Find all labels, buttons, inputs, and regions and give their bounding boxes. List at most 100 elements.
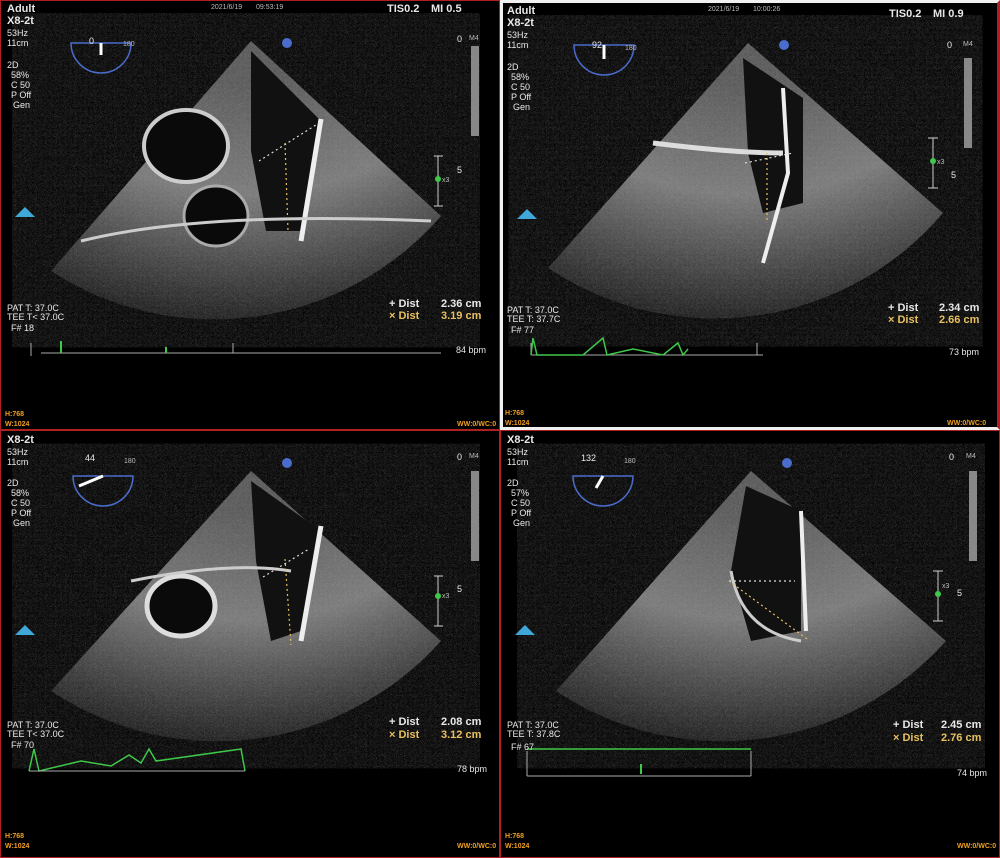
zoom-label: x3 bbox=[942, 583, 950, 590]
setting-compression: C 50 bbox=[511, 498, 531, 508]
setting-mode: 2D bbox=[507, 62, 519, 72]
map-label: M4 bbox=[966, 453, 976, 460]
measure-value-1: 2.08 cm bbox=[441, 716, 482, 728]
setting-mode: 2D bbox=[7, 60, 19, 70]
setting-persistence: P Off bbox=[511, 508, 532, 518]
depth-scale-top: 0 bbox=[949, 452, 955, 462]
measure-label-1: + Dist bbox=[389, 716, 420, 728]
measure-label-1: + Dist bbox=[389, 298, 420, 310]
time-label: 09:53:19 bbox=[256, 4, 284, 11]
measure-label-2: × Dist bbox=[389, 310, 420, 322]
map-label: M4 bbox=[963, 41, 973, 48]
tis-label: TIS0.2 bbox=[889, 8, 922, 20]
ultrasound-panel-bottom-right: X8-2t 53Hz 11cm 132 180 2D 57% C 50 P Of… bbox=[500, 430, 1000, 858]
date-label: 2021/6/19 bbox=[708, 6, 740, 13]
heart-rate: 84 bpm bbox=[456, 345, 487, 355]
heart-rate: 74 bpm bbox=[957, 768, 988, 778]
setting-freq-mode: Gen bbox=[13, 518, 31, 528]
frequency-label: 53Hz bbox=[507, 447, 529, 457]
zoom-label: x3 bbox=[442, 177, 450, 184]
depth-scale-top: 0 bbox=[457, 452, 463, 462]
width-label: W:1024 bbox=[5, 421, 30, 428]
setting-persistence: P Off bbox=[11, 90, 32, 100]
probe-label: X8-2t bbox=[507, 17, 534, 29]
zoom-label: x3 bbox=[937, 159, 945, 166]
measure-label-2: × Dist bbox=[888, 314, 919, 326]
measure-value-1: 2.36 cm bbox=[441, 298, 482, 310]
setting-compression: C 50 bbox=[511, 82, 531, 92]
frequency-label: 53Hz bbox=[7, 28, 29, 38]
tee-temp: TEE T: 37.8C bbox=[507, 729, 561, 739]
setting-mode: 2D bbox=[7, 478, 19, 488]
setting-gain: 58% bbox=[511, 72, 530, 82]
measure-label-1: + Dist bbox=[893, 719, 924, 731]
depth-label: 11cm bbox=[7, 457, 29, 467]
ultrasound-image bbox=[515, 458, 977, 777]
ultrasound-image bbox=[517, 40, 972, 357]
width-label: W:1024 bbox=[505, 843, 530, 850]
setting-persistence: P Off bbox=[511, 92, 532, 102]
probe-label: X8-2t bbox=[7, 434, 34, 446]
probe-angle-max: 180 bbox=[625, 45, 637, 52]
setting-persistence: P Off bbox=[11, 508, 32, 518]
patient-type: Adult bbox=[507, 5, 536, 17]
probe-label: X8-2t bbox=[507, 434, 534, 446]
depth-scale-mid: 5 bbox=[957, 588, 963, 598]
window-level: WW:0/WC:0 bbox=[947, 420, 987, 427]
ultrasound-image bbox=[15, 38, 479, 356]
map-label: M4 bbox=[469, 35, 479, 42]
setting-freq-mode: Gen bbox=[513, 102, 531, 112]
depth-label: 11cm bbox=[507, 40, 529, 50]
setting-freq-mode: Gen bbox=[513, 518, 531, 528]
time-label: 10:00:26 bbox=[753, 6, 781, 13]
mi-label: MI 0.5 bbox=[431, 3, 462, 15]
zoom-label: x3 bbox=[442, 593, 450, 600]
setting-mode: 2D bbox=[507, 478, 519, 488]
map-label: M4 bbox=[469, 453, 479, 460]
ultrasound-panel-top-right: Adult X8-2t 53Hz 11cm 2021/6/19 10:00:26… bbox=[500, 0, 1000, 430]
probe-angle-max: 180 bbox=[124, 458, 136, 465]
ultrasound-panel-top-left: Adult X8-2t 53Hz 11cm 2021/6/19 09:53:19… bbox=[0, 0, 500, 430]
window-level: WW:0/WC:0 bbox=[457, 843, 497, 850]
setting-freq-mode: Gen bbox=[13, 100, 31, 110]
depth-scale-mid: 5 bbox=[457, 165, 463, 175]
ultrasound-image bbox=[15, 458, 479, 772]
depth-scale-mid: 5 bbox=[951, 170, 957, 180]
depth-scale-top: 0 bbox=[947, 40, 953, 50]
probe-label: X8-2t bbox=[7, 15, 34, 27]
setting-compression: C 50 bbox=[11, 498, 31, 508]
measure-value-2: 3.19 cm bbox=[441, 310, 482, 322]
frame-number: F# 77 bbox=[511, 325, 535, 335]
frame-number: F# 18 bbox=[11, 323, 35, 333]
measure-label-2: × Dist bbox=[893, 732, 924, 744]
probe-angle: 132 bbox=[581, 453, 597, 463]
measure-label-1: + Dist bbox=[888, 302, 919, 314]
date-label: 2021/6/19 bbox=[211, 4, 243, 11]
heart-rate: 73 bpm bbox=[949, 347, 980, 357]
frame-number: F# 70 bbox=[11, 740, 35, 750]
measure-label-2: × Dist bbox=[389, 729, 420, 741]
probe-angle-max: 180 bbox=[624, 458, 636, 465]
measure-value-2: 2.76 cm bbox=[941, 732, 982, 744]
probe-angle: 0 bbox=[89, 36, 95, 46]
tee-temp: TEE T: 37.7C bbox=[507, 314, 561, 324]
heart-rate: 78 bpm bbox=[457, 764, 488, 774]
patient-type: Adult bbox=[7, 3, 36, 15]
width-label: W:1024 bbox=[505, 420, 530, 427]
width-label: W:1024 bbox=[5, 843, 30, 850]
depth-scale-mid: 5 bbox=[457, 584, 463, 594]
probe-angle: 92 bbox=[592, 40, 603, 50]
measure-value-1: 2.45 cm bbox=[941, 719, 982, 731]
setting-compression: C 50 bbox=[11, 80, 31, 90]
frequency-label: 53Hz bbox=[507, 30, 529, 40]
depth-label: 11cm bbox=[7, 38, 29, 48]
measure-value-2: 2.66 cm bbox=[939, 314, 980, 326]
tee-temp: TEE T< 37.0C bbox=[7, 729, 65, 739]
window-level: WW:0/WC:0 bbox=[457, 421, 497, 428]
frame-number: F# 67 bbox=[511, 742, 535, 752]
measure-value-1: 2.34 cm bbox=[939, 302, 980, 314]
setting-gain: 57% bbox=[511, 488, 530, 498]
tis-label: TIS0.2 bbox=[387, 3, 420, 15]
probe-angle-max: 180 bbox=[123, 41, 135, 48]
probe-angle: 44 bbox=[85, 453, 96, 463]
